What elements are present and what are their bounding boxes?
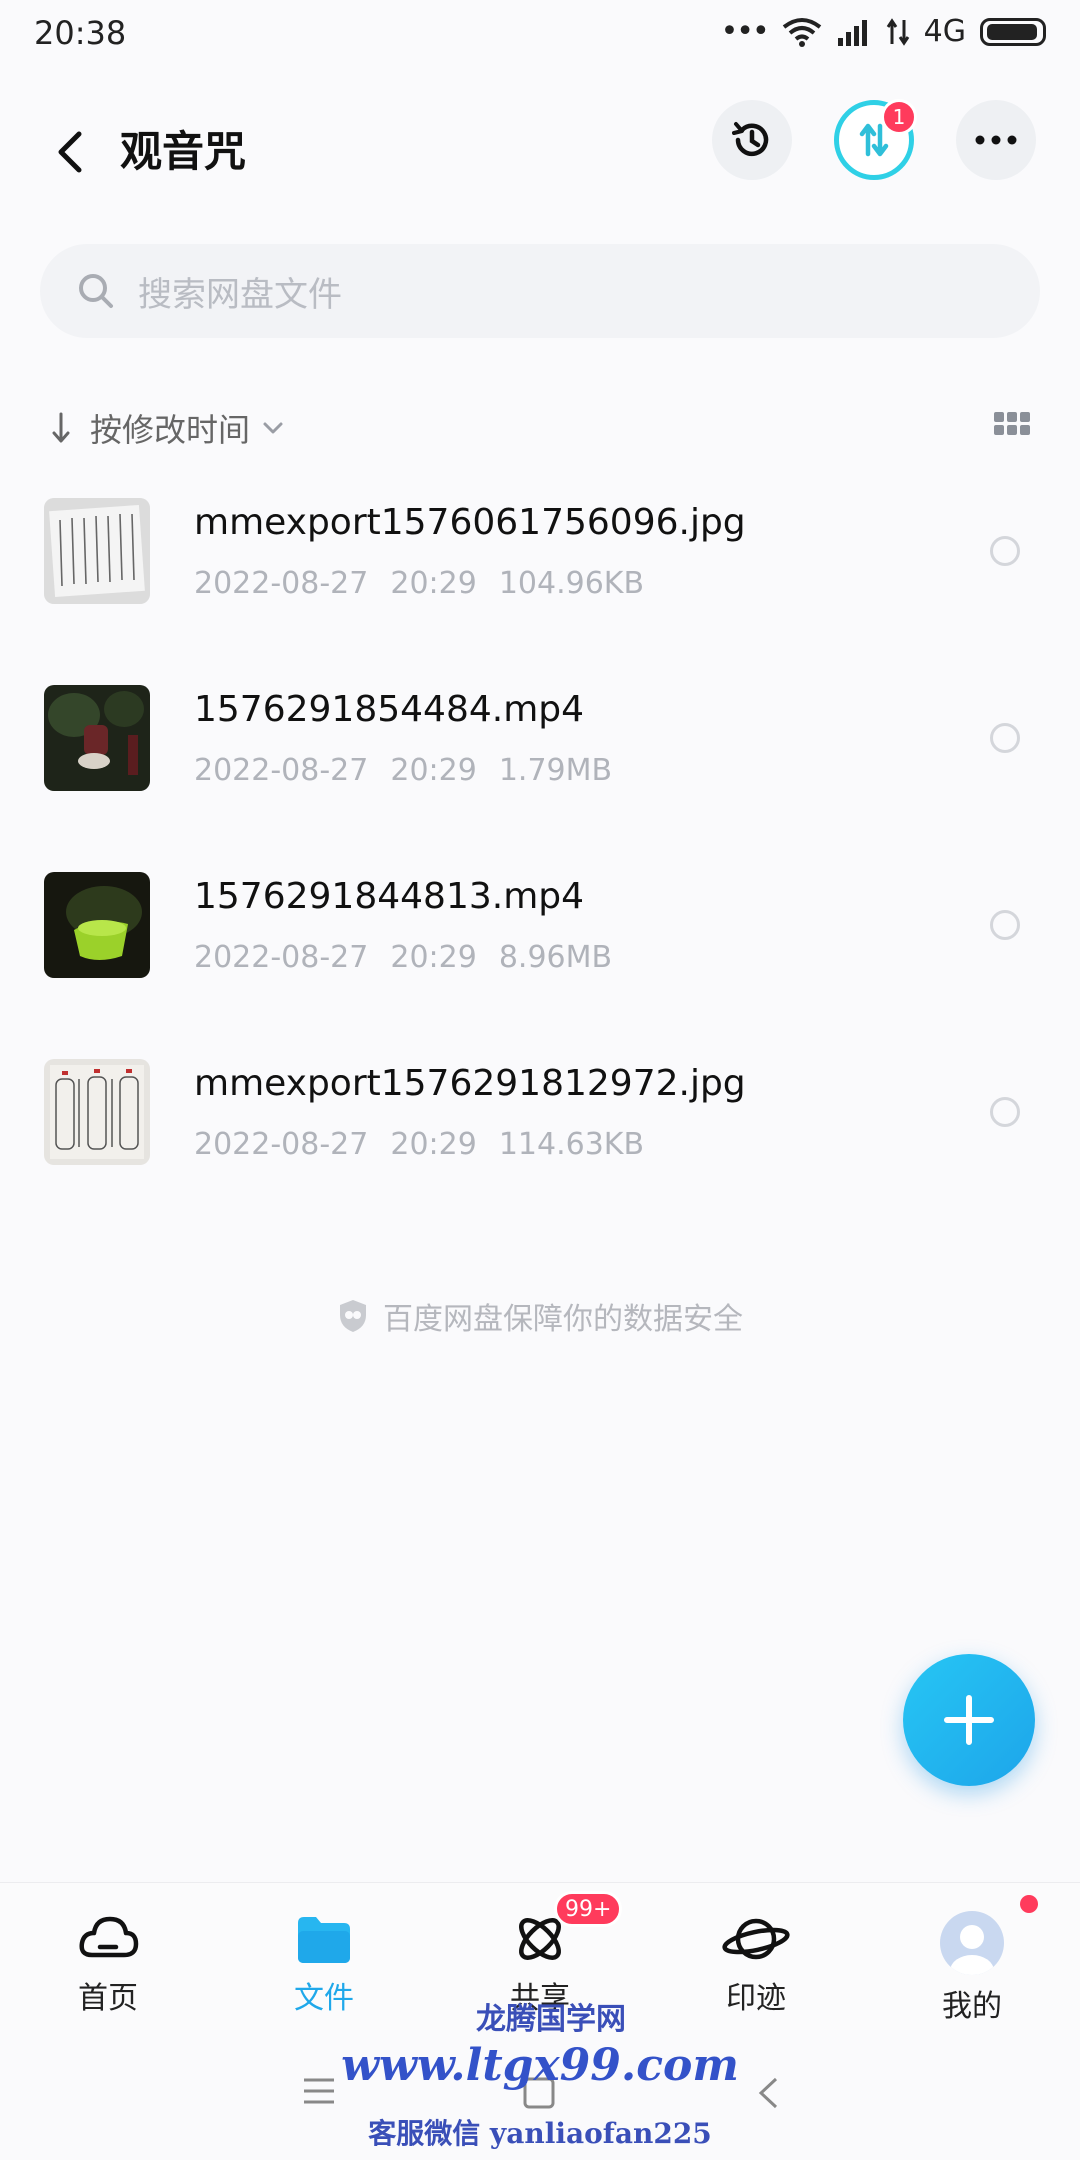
select-checkbox[interactable] xyxy=(990,723,1020,753)
file-time: 20:29 xyxy=(390,753,477,788)
status-bar: 20:38 ••• 4G xyxy=(0,0,1080,66)
sort-down-arrow-icon xyxy=(52,412,70,443)
file-time: 20:29 xyxy=(390,940,477,975)
page-title: 观音咒 xyxy=(120,127,247,176)
file-row[interactable]: mmexport1576291812972.jpg 2022-08-27 20:2… xyxy=(0,1051,1080,1238)
data-arrows-icon xyxy=(886,17,909,46)
header: 观音咒 1 xyxy=(0,99,1080,220)
search-icon xyxy=(79,274,113,308)
file-size: 8.96MB xyxy=(498,940,613,975)
image-thumbnail xyxy=(44,1059,150,1165)
file-meta: 2022-08-27 20:29 104.96KB xyxy=(194,566,666,601)
file-name: mmexport1576291812972.jpg xyxy=(194,1063,746,1104)
file-row[interactable]: 1576291854484.mp4 2022-08-27 20:29 1.79MB xyxy=(0,677,1080,864)
back-arrow-icon xyxy=(58,131,82,173)
video-thumbnail xyxy=(44,872,150,978)
shield-icon xyxy=(340,1300,366,1332)
file-name: 1576291844813.mp4 xyxy=(194,876,585,917)
signal-icon xyxy=(837,19,867,46)
add-button[interactable] xyxy=(903,1654,1035,1786)
more-options-button[interactable] xyxy=(956,100,1036,180)
back-button[interactable] xyxy=(40,122,100,182)
share-count-badge: 99+ xyxy=(554,1891,623,1927)
file-row[interactable]: 1576291844813.mp4 2022-08-27 20:29 8.96MB xyxy=(0,864,1080,1051)
status-icons: ••• 4G xyxy=(721,14,1046,49)
data-safety-note: 百度网盘保障你的数据安全 xyxy=(0,1294,1080,1338)
select-checkbox[interactable] xyxy=(990,1097,1020,1127)
history-icon xyxy=(732,122,769,157)
planet-icon xyxy=(722,1918,790,1960)
file-date: 2022-08-27 xyxy=(194,566,369,601)
more-horizontal-icon xyxy=(975,135,1017,145)
history-button[interactable] xyxy=(712,100,792,180)
sort-bar: 按修改时间 xyxy=(50,400,1030,456)
transfer-count-badge: 1 xyxy=(881,99,917,135)
file-meta: 2022-08-27 20:29 1.79MB xyxy=(194,753,634,788)
select-checkbox[interactable] xyxy=(990,536,1020,566)
select-checkbox[interactable] xyxy=(990,910,1020,940)
sort-order-button[interactable]: 按修改时间 xyxy=(90,405,250,451)
watermark-site-name: 龙腾国学网 xyxy=(476,2002,626,2037)
image-thumbnail xyxy=(44,498,150,604)
file-name: 1576291854484.mp4 xyxy=(194,689,585,730)
search-placeholder: 搜索网盘文件 xyxy=(138,274,342,315)
transfer-list-button[interactable]: 1 xyxy=(834,99,917,180)
folder-icon xyxy=(298,1917,350,1963)
file-date: 2022-08-27 xyxy=(194,753,369,788)
watermark-contact: 客服微信 yanliaofan225 xyxy=(368,2117,712,2150)
plus-icon xyxy=(944,1695,994,1745)
file-list: mmexport1576061756096.jpg 2022-08-27 20:2… xyxy=(0,490,1080,1238)
file-date: 2022-08-27 xyxy=(194,940,369,975)
data-safety-text: 百度网盘保障你的数据安全 xyxy=(383,1302,743,1337)
wifi-icon xyxy=(782,17,821,47)
file-name: mmexport1576061756096.jpg xyxy=(194,502,746,543)
cloud-icon xyxy=(79,1916,139,1958)
search-input[interactable]: 搜索网盘文件 xyxy=(40,244,1040,338)
file-time: 20:29 xyxy=(390,1127,477,1162)
file-date: 2022-08-27 xyxy=(194,1127,369,1162)
file-meta: 2022-08-27 20:29 114.63KB xyxy=(194,1127,666,1162)
file-size: 1.79MB xyxy=(498,753,613,788)
file-size: 104.96KB xyxy=(498,566,645,601)
more-dots-icon: ••• xyxy=(720,14,770,49)
status-time: 20:38 xyxy=(34,14,127,52)
chevron-down-icon[interactable] xyxy=(262,421,284,435)
grid-view-toggle-icon[interactable] xyxy=(994,412,1030,438)
video-thumbnail xyxy=(44,685,150,791)
file-meta: 2022-08-27 20:29 8.96MB xyxy=(194,940,634,975)
avatar xyxy=(940,1911,1004,1975)
notification-dot xyxy=(1020,1895,1038,1913)
battery-icon xyxy=(980,17,1046,46)
file-time: 20:29 xyxy=(390,566,477,601)
network-type: 4G xyxy=(923,14,966,49)
file-row[interactable]: mmexport1576061756096.jpg 2022-08-27 20:2… xyxy=(0,490,1080,677)
watermark-url: www.ltgx99.com xyxy=(341,2040,739,2091)
file-size: 114.63KB xyxy=(498,1127,645,1162)
